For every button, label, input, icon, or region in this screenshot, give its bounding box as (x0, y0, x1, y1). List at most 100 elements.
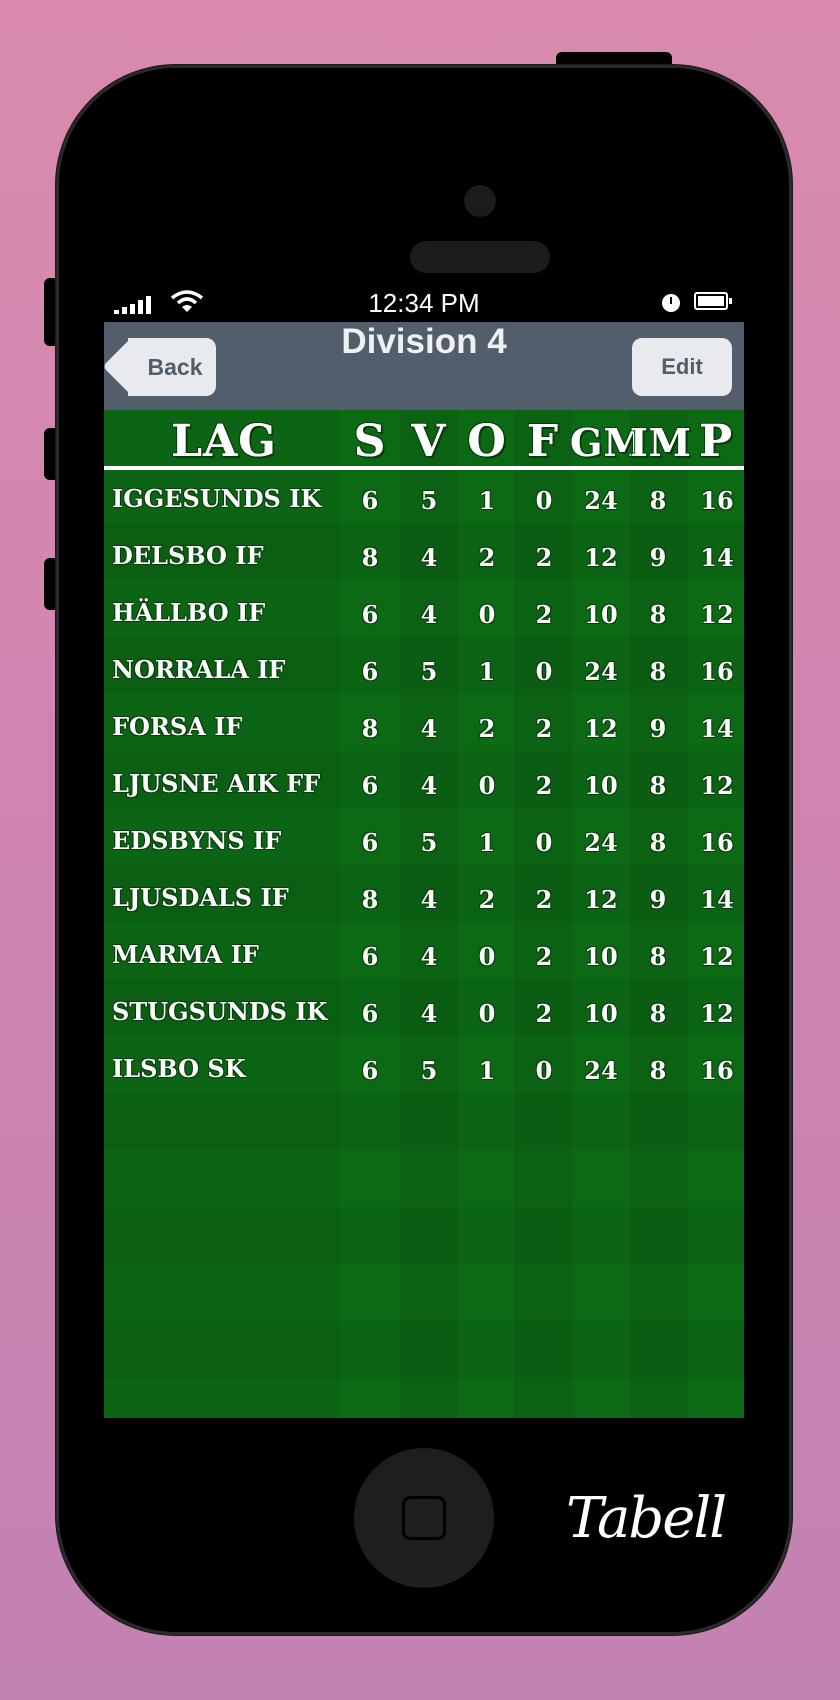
cell-f: 0 (535, 486, 553, 515)
team-name: HÄLLBO IF (112, 598, 266, 627)
cell-gm: 10 (584, 771, 618, 800)
earpiece-speaker (410, 241, 550, 273)
cell-p: 12 (700, 600, 734, 629)
cell-gm: 10 (584, 600, 618, 629)
header-v: V (411, 416, 447, 467)
cell-f: 2 (535, 714, 553, 743)
cell-gm: 12 (584, 543, 618, 572)
navigation-bar: Division 4 Back Edit (104, 322, 744, 410)
battery-icon (694, 292, 732, 310)
team-name: STUGSUNDS IK (112, 997, 328, 1026)
cell-p: 14 (700, 543, 734, 572)
team-name: EDSBYNS IF (112, 826, 282, 855)
table-row[interactable]: ILSBO SK 6 5 1 0 24 8 16 (104, 1042, 744, 1099)
header-p: P (698, 416, 734, 467)
edit-button[interactable]: Edit (632, 338, 732, 396)
cell-s: 6 (361, 1056, 379, 1085)
cell-s: 8 (361, 714, 379, 743)
header-lag: LAG (171, 416, 277, 467)
cell-gm: 12 (584, 885, 618, 914)
cell-gm: 10 (584, 942, 618, 971)
cell-o: 0 (478, 600, 496, 629)
cell-s: 6 (361, 657, 379, 686)
cell-p: 16 (700, 1056, 734, 1085)
cell-s: 6 (361, 828, 379, 857)
cell-im: 8 (649, 486, 667, 515)
team-name: NORRALA IF (112, 655, 286, 684)
cell-gm: 24 (584, 486, 618, 515)
status-bar: 12:34 PM (104, 284, 744, 322)
cell-im: 8 (649, 657, 667, 686)
cell-im: 8 (649, 828, 667, 857)
cell-gm: 24 (584, 828, 618, 857)
cell-gm: 10 (584, 999, 618, 1028)
cell-im: 8 (649, 999, 667, 1028)
cell-im: 9 (649, 714, 667, 743)
cell-gm: 24 (584, 657, 618, 686)
cell-f: 2 (535, 600, 553, 629)
cell-im: 9 (649, 543, 667, 572)
cell-s: 6 (361, 999, 379, 1028)
cell-f: 0 (535, 1056, 553, 1085)
cell-s: 6 (361, 942, 379, 971)
cell-f: 0 (535, 828, 553, 857)
table-row[interactable]: HÄLLBO IF 6 4 0 2 10 8 12 (104, 586, 744, 643)
table-row[interactable]: STUGSUNDS IK 6 4 0 2 10 8 12 (104, 985, 744, 1042)
table-row[interactable]: MARMA IF 6 4 0 2 10 8 12 (104, 928, 744, 985)
team-name: LJUSNE AIK FF (112, 769, 321, 798)
table-row[interactable]: LJUSDALS IF 8 4 2 2 12 9 14 (104, 871, 744, 928)
table-row[interactable]: FORSA IF 8 4 2 2 12 9 14 (104, 700, 744, 757)
brand-logo: Tabell (566, 1486, 727, 1551)
cell-s: 8 (361, 885, 379, 914)
cell-f: 2 (535, 771, 553, 800)
header-o: O (467, 416, 507, 467)
cell-o: 0 (478, 999, 496, 1028)
header-divider (104, 466, 744, 470)
cell-o: 0 (478, 942, 496, 971)
cell-im: 8 (649, 942, 667, 971)
standings-table: LAG S V O F GM IM P IGGESUNDS IK 6 5 1 0 24 8 1… (104, 410, 744, 1418)
table-row[interactable]: DELSBO IF 8 4 2 2 12 9 14 (104, 529, 744, 586)
cell-f: 2 (535, 999, 553, 1028)
cell-v: 5 (420, 486, 438, 515)
team-name: LJUSDALS IF (112, 883, 289, 912)
team-name: IGGESUNDS IK (112, 484, 322, 513)
team-name: MARMA IF (112, 940, 259, 969)
cell-im: 8 (649, 771, 667, 800)
cell-o: 2 (478, 543, 496, 572)
cell-o: 1 (478, 486, 496, 515)
front-camera (464, 185, 496, 217)
cell-o: 2 (478, 885, 496, 914)
cell-im: 9 (649, 885, 667, 914)
cell-f: 2 (535, 543, 553, 572)
cell-p: 14 (700, 885, 734, 914)
cell-v: 5 (420, 1056, 438, 1085)
table-header: LAG S V O F GM IM P (104, 410, 744, 468)
status-time: 12:34 PM (368, 288, 480, 318)
cell-v: 5 (420, 657, 438, 686)
table-row[interactable]: LJUSNE AIK FF 6 4 0 2 10 8 12 (104, 757, 744, 814)
table-row[interactable]: EDSBYNS IF 6 5 1 0 24 8 16 (104, 814, 744, 871)
cell-im: 8 (649, 1056, 667, 1085)
home-button-icon[interactable] (354, 1448, 494, 1588)
header-gm: GM (570, 420, 647, 465)
cell-f: 2 (535, 885, 553, 914)
table-row[interactable]: NORRALA IF 6 5 1 0 24 8 16 (104, 643, 744, 700)
team-name: FORSA IF (112, 712, 243, 741)
cell-o: 0 (478, 771, 496, 800)
cell-p: 12 (700, 999, 734, 1028)
cell-v: 4 (420, 942, 438, 971)
cell-s: 8 (361, 543, 379, 572)
app-screen: Division 4 Back Edit LAG S V O F GM IM P… (104, 322, 744, 1418)
cell-f: 2 (535, 942, 553, 971)
back-button[interactable]: Back (128, 338, 216, 396)
cell-v: 5 (420, 828, 438, 857)
cell-p: 16 (700, 657, 734, 686)
table-row[interactable]: IGGESUNDS IK 6 5 1 0 24 8 16 (104, 472, 744, 529)
header-im: IM (630, 420, 692, 465)
cell-o: 1 (478, 657, 496, 686)
cell-s: 6 (361, 486, 379, 515)
cell-p: 12 (700, 942, 734, 971)
cell-v: 4 (420, 543, 438, 572)
cell-f: 0 (535, 657, 553, 686)
